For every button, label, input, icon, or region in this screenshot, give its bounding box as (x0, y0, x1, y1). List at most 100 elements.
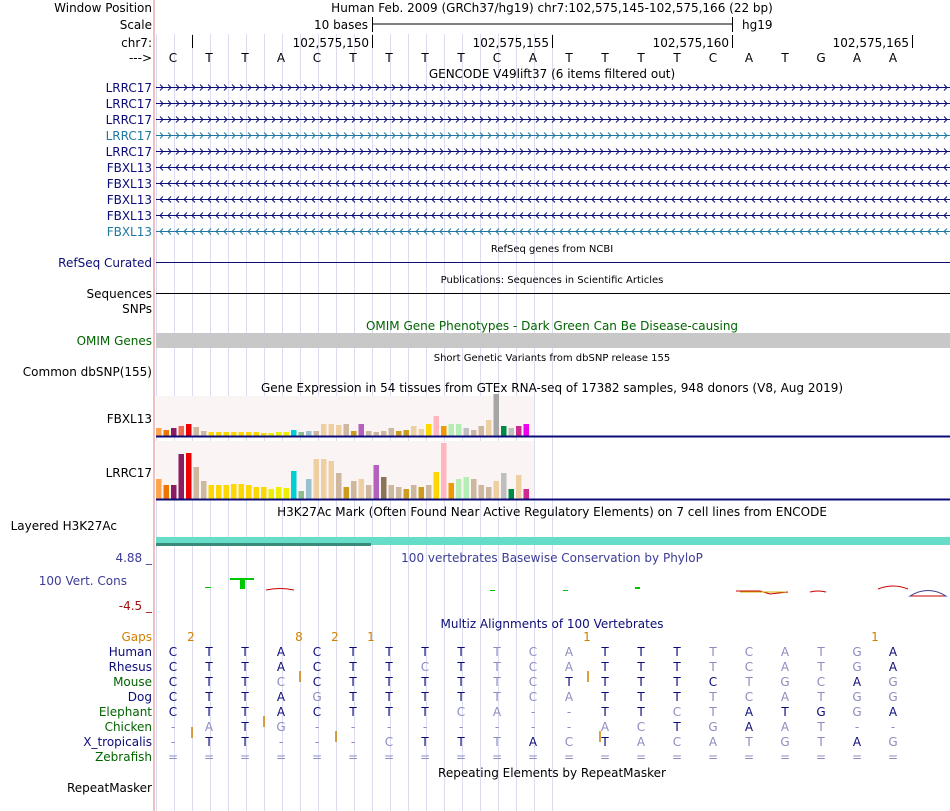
gtex-bar[interactable] (201, 481, 207, 499)
gencode-track-label[interactable]: FBXL13 (107, 225, 152, 239)
gtex-bar[interactable] (186, 453, 192, 499)
gtex-bar[interactable] (261, 487, 267, 499)
gencode-track-label[interactable]: LRRC17 (106, 81, 152, 95)
gtex-bar[interactable] (223, 432, 230, 436)
gtex-bar[interactable] (276, 487, 282, 499)
gtex-bar[interactable] (238, 432, 245, 436)
species-label[interactable]: Dog (128, 690, 152, 704)
gtex-bar[interactable] (253, 432, 260, 436)
gtex-bar[interactable] (163, 485, 170, 499)
phylop-signal[interactable] (205, 578, 948, 597)
gtex-label-lrrc17[interactable]: LRRC17 (106, 466, 152, 480)
repeatmasker-label[interactable]: RepeatMasker (67, 781, 152, 795)
gtex-bar[interactable] (231, 484, 237, 499)
gencode-track-label[interactable]: FBXL13 (107, 193, 152, 207)
gtex-bar[interactable] (276, 432, 282, 436)
gtex-bar[interactable] (456, 424, 462, 436)
gencode-track-label[interactable]: LRRC17 (106, 129, 152, 143)
gtex-bar[interactable] (373, 465, 380, 499)
gtex-bar[interactable] (178, 426, 185, 436)
gtex-bar[interactable] (486, 487, 492, 499)
gtex-bar[interactable] (268, 489, 275, 499)
gtex-bar[interactable] (193, 467, 200, 499)
multiz-alignment[interactable]: 2 8 2 1 1 1Human C T T A C T T T T T C A T T T T C A T G ARhesus C T… (83, 630, 898, 764)
gtex-bar[interactable] (313, 431, 320, 436)
gtex-bar[interactable] (396, 487, 402, 499)
species-label[interactable]: Elephant (99, 705, 152, 719)
gtex-bar[interactable] (313, 459, 320, 499)
gtex-bar[interactable] (516, 426, 522, 436)
gtex-bar[interactable] (441, 426, 447, 436)
species-label[interactable]: Zebrafish (95, 750, 152, 764)
gtex-bar[interactable] (253, 487, 260, 499)
gtex-bar[interactable] (171, 485, 177, 499)
gtex-bar[interactable] (403, 430, 410, 436)
gencode-track-label[interactable]: LRRC17 (106, 145, 152, 159)
gtex-bar[interactable] (216, 432, 222, 436)
gtex-bar[interactable] (358, 479, 365, 499)
gtex-bar[interactable] (471, 479, 477, 499)
pubs-label-sequences[interactable]: Sequences (87, 287, 152, 301)
gtex-bar[interactable] (163, 430, 170, 436)
gtex-bar[interactable] (298, 432, 305, 436)
pubs-label-snps[interactable]: SNPs (122, 302, 152, 316)
gtex-bar[interactable] (433, 472, 440, 499)
gtex-bar[interactable] (411, 426, 417, 436)
gtex-bar[interactable] (216, 485, 222, 499)
species-label[interactable]: Chicken (105, 720, 152, 734)
gtex-bar[interactable] (508, 489, 515, 499)
gtex-bar[interactable] (433, 416, 440, 436)
gtex-bar[interactable] (456, 479, 462, 499)
gtex-bar[interactable] (403, 489, 410, 499)
gtex-bar[interactable] (291, 430, 297, 436)
gtex-label-fbxl13[interactable]: FBXL13 (107, 412, 152, 426)
gtex-bar[interactable] (328, 461, 335, 499)
gtex-bar[interactable] (283, 488, 290, 499)
gtex-bar[interactable] (523, 424, 530, 436)
omim-feature[interactable] (156, 333, 950, 348)
omim-label[interactable]: OMIM Genes (77, 334, 152, 348)
gtex-bar[interactable] (321, 459, 327, 499)
gencode-tracks[interactable]: LRRC17 LRRC17 LRRC17 LRRC17 LRRC17 FBXL13 FBXL… (106, 81, 950, 239)
gencode-track-label[interactable]: LRRC17 (106, 113, 152, 127)
gtex-bar[interactable] (508, 428, 515, 436)
gencode-track-label[interactable]: FBXL13 (107, 161, 152, 175)
gtex-bar[interactable] (381, 477, 387, 499)
gtex-bar[interactable] (336, 425, 342, 436)
gtex-bar[interactable] (291, 471, 297, 499)
gtex-bar[interactable] (351, 481, 357, 499)
gtex-bar[interactable] (501, 426, 507, 436)
gtex-bar[interactable] (336, 473, 342, 499)
gtex-bar[interactable] (493, 481, 500, 499)
gtex-bar-charts[interactable] (156, 394, 534, 499)
species-label[interactable]: Rhesus (109, 660, 152, 674)
gtex-bar[interactable] (283, 432, 290, 436)
gtex-bar[interactable] (328, 424, 335, 436)
species-label[interactable]: X_tropicalis (83, 735, 152, 749)
gtex-bar[interactable] (306, 479, 312, 499)
gtex-bar[interactable] (366, 485, 372, 499)
refseq-label[interactable]: RefSeq Curated (58, 256, 152, 270)
gtex-bar[interactable] (463, 477, 470, 499)
gtex-bar[interactable] (501, 473, 507, 499)
gtex-bar[interactable] (351, 431, 357, 436)
gtex-bar[interactable] (478, 485, 485, 499)
gtex-bar[interactable] (426, 424, 432, 436)
gtex-bar[interactable] (493, 394, 500, 436)
gtex-bar[interactable] (448, 483, 455, 499)
gtex-bar[interactable] (306, 431, 312, 436)
gtex-bar[interactable] (388, 428, 395, 436)
gtex-bar[interactable] (523, 489, 530, 499)
gtex-bar[interactable] (343, 424, 350, 436)
gtex-bar[interactable] (358, 424, 365, 436)
gencode-track-label[interactable]: FBXL13 (107, 177, 152, 191)
species-label[interactable]: Mouse (113, 675, 152, 689)
gtex-bar[interactable] (448, 424, 455, 436)
gencode-track-label[interactable]: LRRC17 (106, 97, 152, 111)
gtex-bar[interactable] (178, 454, 185, 499)
gtex-bar[interactable] (156, 479, 162, 499)
gtex-bar[interactable] (426, 485, 432, 499)
gtex-bar[interactable] (381, 431, 387, 436)
gtex-bar[interactable] (208, 485, 215, 499)
gtex-bar[interactable] (193, 427, 200, 436)
